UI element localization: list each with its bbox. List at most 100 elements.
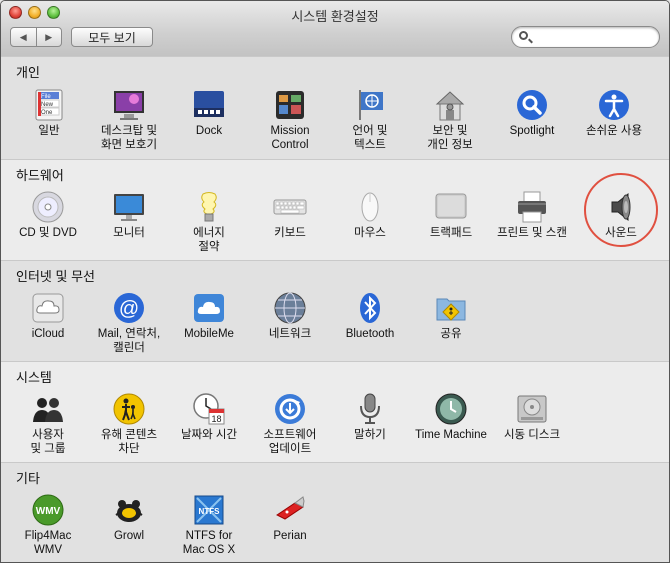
- pref-flip4mac[interactable]: WMV Flip4Mac WMV: [6, 493, 90, 557]
- pref-startup-disk[interactable]: 시동 디스크: [490, 392, 574, 442]
- section-title-other: 기타: [16, 471, 40, 486]
- pref-spotlight[interactable]: Spotlight: [490, 88, 574, 138]
- general-icon-text-one: One: [41, 110, 53, 116]
- pref-spotlight-label: Spotlight: [509, 125, 555, 137]
- pref-keyboard[interactable]: 키보드: [248, 190, 332, 240]
- pref-ntfs-for-mac[interactable]: NTFS NTFS for Mac OS X: [167, 493, 251, 557]
- keyboard-icon: [273, 190, 307, 224]
- parental-controls-icon: [112, 392, 146, 426]
- pref-desktop-label: 데스크탑 및 화면 보호기: [100, 125, 158, 151]
- pref-trackpad-label: 트랙패드: [429, 227, 473, 239]
- title-bar: 시스템 환경설정 ◀ ▶ 모두 보기: [1, 1, 669, 57]
- pref-cd-dvd-label: CD 및 DVD: [19, 227, 77, 239]
- pref-flip4mac-label: Flip4Mac WMV: [24, 530, 72, 556]
- pref-mobileme-label: MobileMe: [184, 328, 234, 340]
- time-machine-icon: [434, 392, 468, 426]
- pref-network-label: 네트워크: [268, 328, 312, 340]
- general-icon: File New One: [32, 88, 66, 122]
- users-icon: [31, 392, 65, 426]
- svg-text:@: @: [119, 298, 139, 320]
- pref-growl-label: Growl: [113, 530, 145, 542]
- system-preferences-window: 시스템 환경설정 ◀ ▶ 모두 보기 개인 File New One 일반 데스크탑…: [0, 0, 670, 563]
- bluetooth-icon: [353, 291, 387, 325]
- flip4mac-icon-text: WMV: [36, 506, 61, 517]
- pref-mission-control-label: Mission Control: [270, 125, 310, 151]
- pref-speech-label: 말하기: [354, 429, 386, 441]
- pref-parental-controls[interactable]: 유해 콘텐츠 차단: [87, 392, 171, 456]
- pref-software-update-label: 소프트웨어 업데이트: [263, 429, 317, 455]
- pref-mouse[interactable]: 마우스: [328, 190, 412, 240]
- pref-icloud-label: iCloud: [31, 328, 65, 340]
- forward-button[interactable]: ▶: [35, 28, 62, 46]
- show-all-button[interactable]: 모두 보기: [71, 27, 153, 47]
- cd-dvd-icon: [31, 190, 65, 224]
- pref-print-scan-label: 프린트 및 스캔: [497, 227, 567, 239]
- pref-bluetooth-label: Bluetooth: [345, 328, 395, 340]
- pref-language-label: 언어 및 텍스트: [352, 125, 388, 151]
- pref-accessibility[interactable]: 손쉬운 사용: [572, 88, 656, 138]
- pref-trackpad[interactable]: 트랙패드: [409, 190, 493, 240]
- hard-disk-icon: [515, 392, 549, 426]
- printer-icon: [515, 190, 549, 224]
- pref-speech[interactable]: 말하기: [328, 392, 412, 442]
- mobileme-cloud-icon: [192, 291, 226, 325]
- section-hardware: 하드웨어 CD 및 DVD 모니터 에너지 절약 키보드 마우스 트랙패드 프린…: [1, 159, 669, 261]
- back-button[interactable]: ◀: [11, 28, 36, 46]
- pref-language-text[interactable]: 언어 및 텍스트: [328, 88, 412, 152]
- pref-ntfs-label: NTFS for Mac OS X: [182, 530, 236, 556]
- pref-displays-label: 모니터: [113, 227, 145, 239]
- pref-perian-label: Perian: [273, 530, 307, 542]
- lightbulb-icon: [192, 190, 226, 224]
- house-lock-icon: [433, 88, 467, 122]
- pref-users-groups[interactable]: 사용자 및 그룹: [6, 392, 90, 456]
- pref-cd-dvd[interactable]: CD 및 DVD: [6, 190, 90, 240]
- pref-software-update[interactable]: 소프트웨어 업데이트: [248, 392, 332, 456]
- dock-icon: [192, 88, 226, 122]
- flip4mac-icon: WMV: [31, 493, 65, 527]
- pref-icloud[interactable]: iCloud: [6, 291, 90, 341]
- pref-sharing[interactable]: 공유: [409, 291, 493, 341]
- pref-energy-saver[interactable]: 에너지 절약: [167, 190, 251, 254]
- section-title-internet: 인터넷 및 무선: [16, 269, 95, 284]
- pref-sharing-label: 공유: [440, 328, 462, 340]
- mission-control-icon: [273, 88, 307, 122]
- pref-growl[interactable]: Growl: [87, 493, 171, 543]
- pref-parental-label: 유해 콘텐츠 차단: [100, 429, 158, 455]
- search-icon: [519, 31, 528, 40]
- growl-icon: [112, 493, 146, 527]
- pref-displays[interactable]: 모니터: [87, 190, 171, 240]
- ntfs-icon-text: NTFS: [199, 507, 221, 516]
- icloud-icon: [31, 291, 65, 325]
- ntfs-icon: NTFS: [192, 493, 226, 527]
- pref-date-time[interactable]: 18 날짜와 시간: [167, 392, 251, 442]
- pref-security-label: 보안 및 개인 정보: [427, 125, 473, 151]
- perian-knife-icon: [273, 493, 307, 527]
- pref-mission-control[interactable]: Mission Control: [248, 88, 332, 152]
- desktop-icon: [112, 88, 146, 122]
- section-other: 기타 WMV Flip4Mac WMV Growl NTFS NTFS for …: [1, 462, 669, 562]
- network-globe-icon: [273, 291, 307, 325]
- pref-mobileme[interactable]: MobileMe: [167, 291, 251, 341]
- pref-desktop-screensaver[interactable]: 데스크탑 및 화면 보호기: [87, 88, 171, 152]
- pref-time-machine-label: Time Machine: [415, 429, 487, 441]
- pref-bluetooth[interactable]: Bluetooth: [328, 291, 412, 341]
- section-system: 시스템 사용자 및 그룹 유해 콘텐츠 차단 18 날짜와 시간 소프트웨어 업…: [1, 361, 669, 463]
- microphone-icon: [353, 392, 387, 426]
- pref-network[interactable]: 네트워크: [248, 291, 332, 341]
- section-personal: 개인 File New One 일반 데스크탑 및 화면 보호기 Dock Miss…: [1, 56, 669, 160]
- sound-highlight-circle: [584, 173, 658, 247]
- monitor-icon: [112, 190, 146, 224]
- pref-mail-contacts-calendar[interactable]: @ Mail, 연락처, 캘린더: [87, 291, 171, 355]
- pref-dock[interactable]: Dock: [167, 88, 251, 138]
- section-internet-wireless: 인터넷 및 무선 iCloud @ Mail, 연락처, 캘린더 MobileM…: [1, 260, 669, 362]
- general-icon-text-file: File: [41, 94, 51, 100]
- pref-startup-disk-label: 시동 디스크: [503, 429, 561, 441]
- pref-time-machine[interactable]: Time Machine: [409, 392, 493, 442]
- pref-print-scan[interactable]: 프린트 및 스캔: [490, 190, 574, 240]
- pref-general[interactable]: File New One 일반: [7, 88, 91, 138]
- software-update-icon: [273, 392, 307, 426]
- pref-perian[interactable]: Perian: [248, 493, 332, 543]
- pref-security-privacy[interactable]: 보안 및 개인 정보: [408, 88, 492, 152]
- pref-keyboard-label: 키보드: [274, 227, 306, 239]
- search-field[interactable]: [511, 26, 660, 48]
